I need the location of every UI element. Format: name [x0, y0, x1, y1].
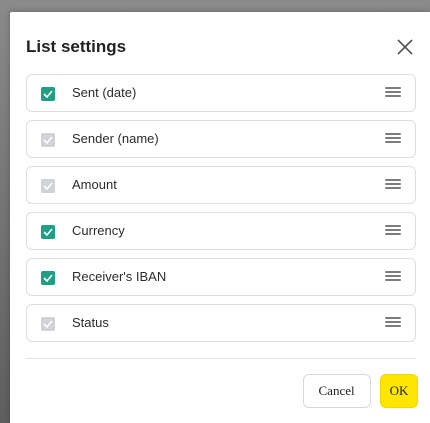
column-label: Sender (name)	[72, 131, 159, 146]
column-label: Amount	[72, 177, 117, 192]
column-label: Receiver's IBAN	[72, 269, 167, 284]
checkmark-icon	[43, 182, 53, 190]
checkmark-icon	[43, 320, 53, 328]
close-icon	[397, 39, 413, 55]
list-item[interactable]: Currency	[26, 212, 416, 250]
column-checkbox[interactable]	[41, 179, 55, 193]
checkmark-icon	[43, 136, 53, 144]
drag-handle-icon[interactable]	[385, 271, 401, 283]
column-list: Sent (date) Sender (name) Amount Currenc…	[26, 74, 416, 350]
column-checkbox[interactable]	[41, 317, 55, 331]
checkmark-icon	[43, 90, 53, 98]
footer-divider	[26, 358, 416, 359]
ok-button[interactable]: OK	[380, 374, 418, 408]
list-settings-dialog: List settings Sent (date) Sender (name) …	[10, 12, 430, 423]
column-label: Sent (date)	[72, 85, 137, 100]
column-checkbox[interactable]	[41, 133, 55, 147]
drag-handle-icon[interactable]	[385, 317, 401, 329]
list-item[interactable]: Status	[26, 304, 416, 342]
list-item[interactable]: Sent (date)	[26, 74, 416, 112]
list-item[interactable]: Amount	[26, 166, 416, 204]
list-item[interactable]: Receiver's IBAN	[26, 258, 416, 296]
dialog-header: List settings	[26, 36, 416, 60]
dialog-title: List settings	[26, 37, 127, 56]
list-item[interactable]: Sender (name)	[26, 120, 416, 158]
cancel-button[interactable]: Cancel	[302, 374, 371, 408]
column-checkbox[interactable]	[41, 225, 55, 239]
checkmark-icon	[43, 274, 53, 282]
checkmark-icon	[43, 228, 53, 236]
dialog-footer: Cancel OK	[302, 374, 418, 408]
drag-handle-icon[interactable]	[385, 87, 401, 99]
column-checkbox[interactable]	[41, 87, 55, 101]
column-label: Status	[72, 315, 109, 330]
close-button[interactable]	[394, 36, 416, 58]
drag-handle-icon[interactable]	[385, 225, 401, 237]
column-checkbox[interactable]	[41, 271, 55, 285]
drag-handle-icon[interactable]	[385, 179, 401, 191]
column-label: Currency	[72, 223, 125, 238]
drag-handle-icon[interactable]	[385, 133, 401, 145]
